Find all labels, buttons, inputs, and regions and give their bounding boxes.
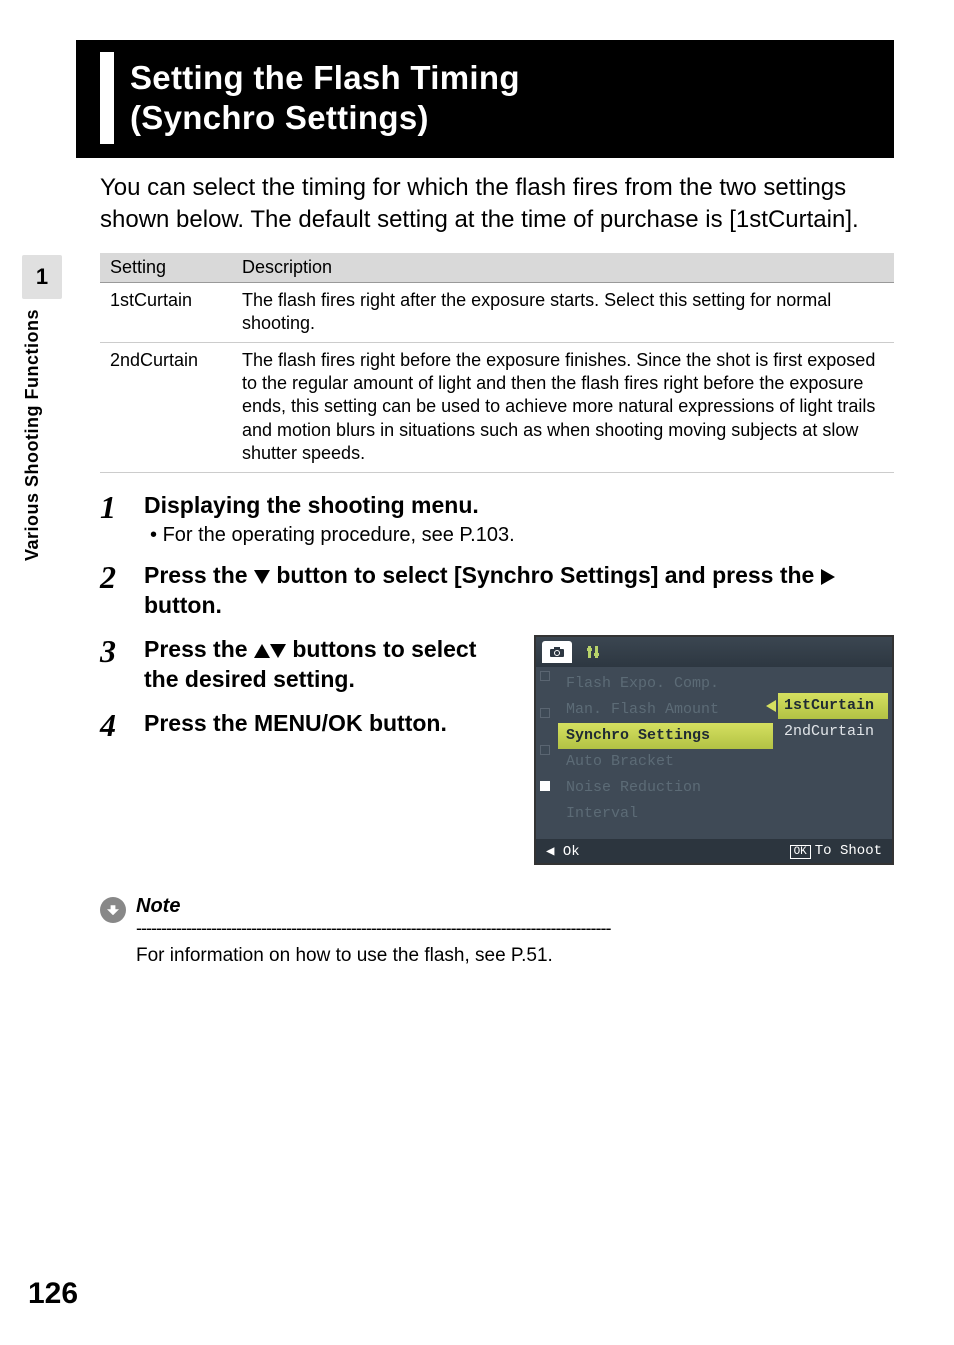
note-dashed-line: ----------------------------------------… [136,918,856,939]
cell-description: The flash fires right before the exposur… [232,342,894,472]
lcd-scroll-indicator [540,671,554,791]
ok-button-icon: OK [790,845,811,859]
page-number: 126 [28,1277,78,1311]
settings-table: Setting Description 1stCurtain The flash… [100,253,894,473]
lcd-option: 2ndCurtain [778,719,888,745]
note-icon [100,897,126,923]
lcd-menu-list: Flash Expo. Comp. Man. Flash Amount Sync… [558,671,773,827]
step-number: 2 [100,561,144,621]
lcd-menu-item: Man. Flash Amount [558,697,773,723]
chapter-side-tab: 1 Various Shooting Functions [22,255,62,815]
chapter-title-vertical: Various Shooting Functions [22,309,43,561]
setup-tab-icon [578,641,608,663]
cell-setting: 1stCurtain [100,282,232,342]
step-title: Press the button to select [Synchro Sett… [144,561,894,621]
lcd-menu-screenshot: Flash Expo. Comp. Man. Flash Amount Sync… [534,635,894,865]
step-title: Press the buttons to select the desired … [144,635,516,695]
heading-line2: (Synchro Settings) [130,99,429,136]
step-3: 3 Press the buttons to select the desire… [100,635,516,695]
lcd-footer: ◀ Ok OK To Shoot [536,839,892,863]
step-subtext: For the operating procedure, see P.103. [162,524,894,547]
step-title: Press the MENU/OK button. [144,709,516,739]
lcd-menu-item: Flash Expo. Comp. [558,671,773,697]
step-text: Press the [144,562,254,588]
cell-description: The flash fires right after the exposure… [232,282,894,342]
table-row: 1stCurtain The flash fires right after t… [100,282,894,342]
step-4: 4 Press the MENU/OK button. [100,709,516,741]
lcd-tabbar [536,637,892,667]
step-number: 4 [100,709,144,741]
intro-paragraph: You can select the timing for which the … [100,172,894,237]
step-number: 3 [100,635,144,695]
lcd-menu-item: Auto Bracket [558,749,773,775]
table-header-row: Setting Description [100,253,894,283]
table-row: 2ndCurtain The flash fires right before … [100,342,894,472]
camera-tab-icon [542,641,572,663]
step-1: 1 Displaying the shooting menu. For the … [100,491,894,548]
header-setting: Setting [100,253,232,283]
step-number: 1 [100,491,144,548]
step-text: button. [144,592,222,618]
heading-line1: Setting the Flash Timing [130,59,520,96]
lcd-footer-right: OK To Shoot [790,843,882,859]
note-section: Note -----------------------------------… [100,895,894,967]
lcd-footer-left: ◀ Ok [546,843,580,860]
note-text: For information on how to use the flash,… [136,945,894,967]
lcd-options-list: 1stCurtain 2ndCurtain [778,693,888,745]
step-text: button to select [Synchro Settings] and … [270,562,821,588]
lcd-menu-item-selected: Synchro Settings [558,723,773,749]
step-2: 2 Press the button to select [Synchro Se… [100,561,894,621]
cell-setting: 2ndCurtain [100,342,232,472]
step-title: Displaying the shooting menu. [144,491,894,521]
lcd-option-selected: 1stCurtain [778,693,888,719]
section-heading: Setting the Flash Timing (Synchro Settin… [76,40,894,158]
down-triangle-icon [254,570,270,584]
lcd-menu-item: Noise Reduction [558,775,773,801]
lcd-footer-ok-text: Ok [563,844,580,860]
up-triangle-icon [254,644,270,658]
lcd-footer-to-shoot: To Shoot [815,843,882,859]
header-description: Description [232,253,894,283]
down-triangle-icon [270,644,286,658]
right-triangle-icon [821,569,835,585]
step-text: Press the [144,636,254,662]
chapter-number: 1 [22,255,62,299]
lcd-menu-item: Interval [558,801,773,827]
note-label: Note [136,895,180,917]
